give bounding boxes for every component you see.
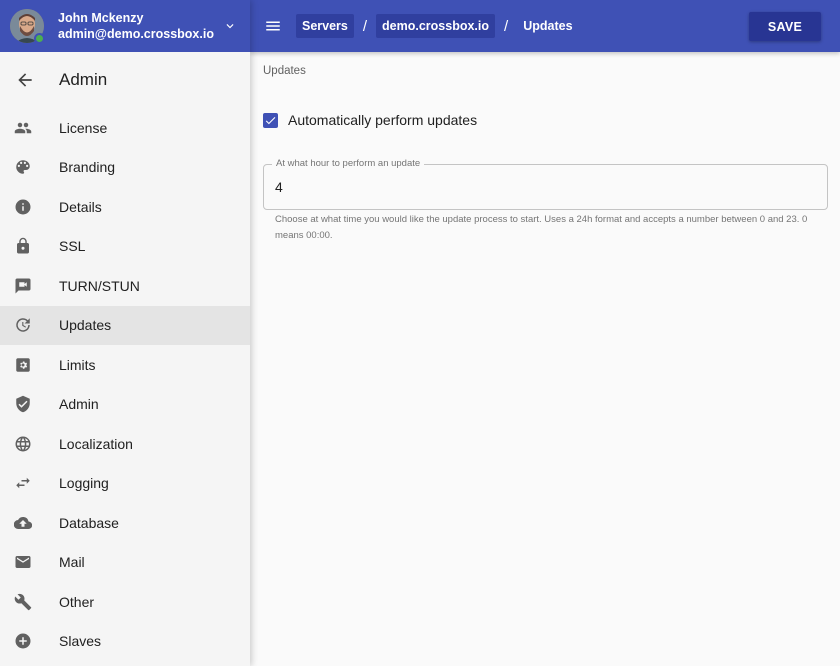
sidebar-item-label: Other xyxy=(59,593,95,610)
auto-update-checkbox-row[interactable]: Automatically perform updates xyxy=(263,112,477,128)
avatar[interactable] xyxy=(10,9,45,44)
sidebar-item-label: Details xyxy=(59,198,102,215)
swap-horiz-icon xyxy=(14,474,32,492)
update-icon xyxy=(14,316,32,334)
sidebar-item-label: TURN/STUN xyxy=(59,277,140,294)
top-app-bar: Servers / demo.crossbox.io / Updates SAV… xyxy=(250,0,840,52)
sidebar-item-localization[interactable]: Localization xyxy=(0,424,250,464)
chevron-down-icon[interactable] xyxy=(220,16,240,36)
save-button[interactable]: SAVE xyxy=(749,12,821,41)
sidebar-item-label: Database xyxy=(59,514,119,531)
add-circle-icon xyxy=(14,632,32,650)
sidebar-item-branding[interactable]: Branding xyxy=(0,148,250,188)
sidebar: John Mckenzy admin@demo.crossbox.io Admi… xyxy=(0,0,250,666)
sidebar-title: Admin xyxy=(59,70,108,89)
user-email: admin@demo.crossbox.io xyxy=(58,27,214,41)
settings-box-icon xyxy=(14,356,32,374)
breadcrumb: Servers / demo.crossbox.io / Updates xyxy=(296,14,579,38)
sidebar-item-logging[interactable]: Logging xyxy=(0,464,250,504)
sidebar-item-license[interactable]: License xyxy=(0,108,250,148)
sidebar-item-details[interactable]: Details xyxy=(0,187,250,227)
update-hour-input[interactable] xyxy=(275,179,775,195)
sidebar-item-label: Mail xyxy=(59,554,85,571)
user-bar: John Mckenzy admin@demo.crossbox.io xyxy=(0,0,250,52)
cloud-upload-icon xyxy=(14,514,32,532)
sidebar-item-label: Logging xyxy=(59,475,109,492)
online-status-dot xyxy=(34,33,45,44)
sidebar-item-label: Updates xyxy=(59,317,112,334)
sidebar-item-label: Branding xyxy=(59,159,116,176)
breadcrumb-current: Updates xyxy=(523,19,573,33)
sidebar-item-label: SSL xyxy=(59,238,86,255)
breadcrumb-server[interactable]: demo.crossbox.io xyxy=(376,14,496,38)
info-icon xyxy=(14,198,32,216)
palette-icon xyxy=(14,158,32,176)
sidebar-item-admin[interactable]: Admin xyxy=(0,385,250,425)
globe-icon xyxy=(14,435,32,453)
sidebar-item-turn-stun[interactable]: TURN/STUN xyxy=(0,266,250,306)
lock-icon xyxy=(14,237,32,255)
sidebar-item-database[interactable]: Database xyxy=(0,503,250,543)
breadcrumb-separator: / xyxy=(504,17,509,35)
sidebar-item-label: Limits xyxy=(59,356,96,373)
menu-icon[interactable] xyxy=(264,17,282,35)
user-name: John Mckenzy xyxy=(58,11,144,25)
sidebar-item-ssl[interactable]: SSL xyxy=(0,227,250,267)
wrench-icon xyxy=(14,593,32,611)
sidebar-item-other[interactable]: Other xyxy=(0,582,250,622)
breadcrumb-separator: / xyxy=(362,17,368,35)
people-icon xyxy=(14,119,32,137)
update-hour-field[interactable]: At what hour to perform an update xyxy=(263,158,828,210)
breadcrumb-servers[interactable]: Servers xyxy=(296,14,354,38)
update-hour-label: At what hour to perform an update xyxy=(272,158,425,169)
sidebar-item-label: Localization xyxy=(59,435,133,452)
sidebar-item-label: Admin xyxy=(59,396,99,413)
auto-update-label: Automatically perform updates xyxy=(288,112,478,128)
update-hour-helper-text: Choose at what time you would like the u… xyxy=(275,214,808,241)
video-chat-icon xyxy=(14,277,32,295)
shield-check-icon xyxy=(14,395,32,413)
sidebar-item-mail[interactable]: Mail xyxy=(0,543,250,583)
sidebar-item-label: License xyxy=(59,119,108,136)
sidebar-item-label: Slaves xyxy=(59,633,102,650)
sidebar-header: Admin xyxy=(0,52,250,108)
mail-icon xyxy=(14,553,32,571)
sidebar-item-slaves[interactable]: Slaves xyxy=(0,622,250,662)
main-content: Updates Automatically perform updates At… xyxy=(250,52,840,666)
auto-update-checkbox[interactable] xyxy=(263,112,278,128)
user-info: John Mckenzy admin@demo.crossbox.io xyxy=(58,10,220,42)
check-icon xyxy=(265,116,276,124)
sidebar-item-updates[interactable]: Updates xyxy=(0,305,250,345)
sidebar-item-limits[interactable]: Limits xyxy=(0,345,250,385)
arrow-back-icon[interactable] xyxy=(15,70,35,90)
page-title: Updates xyxy=(263,65,306,77)
